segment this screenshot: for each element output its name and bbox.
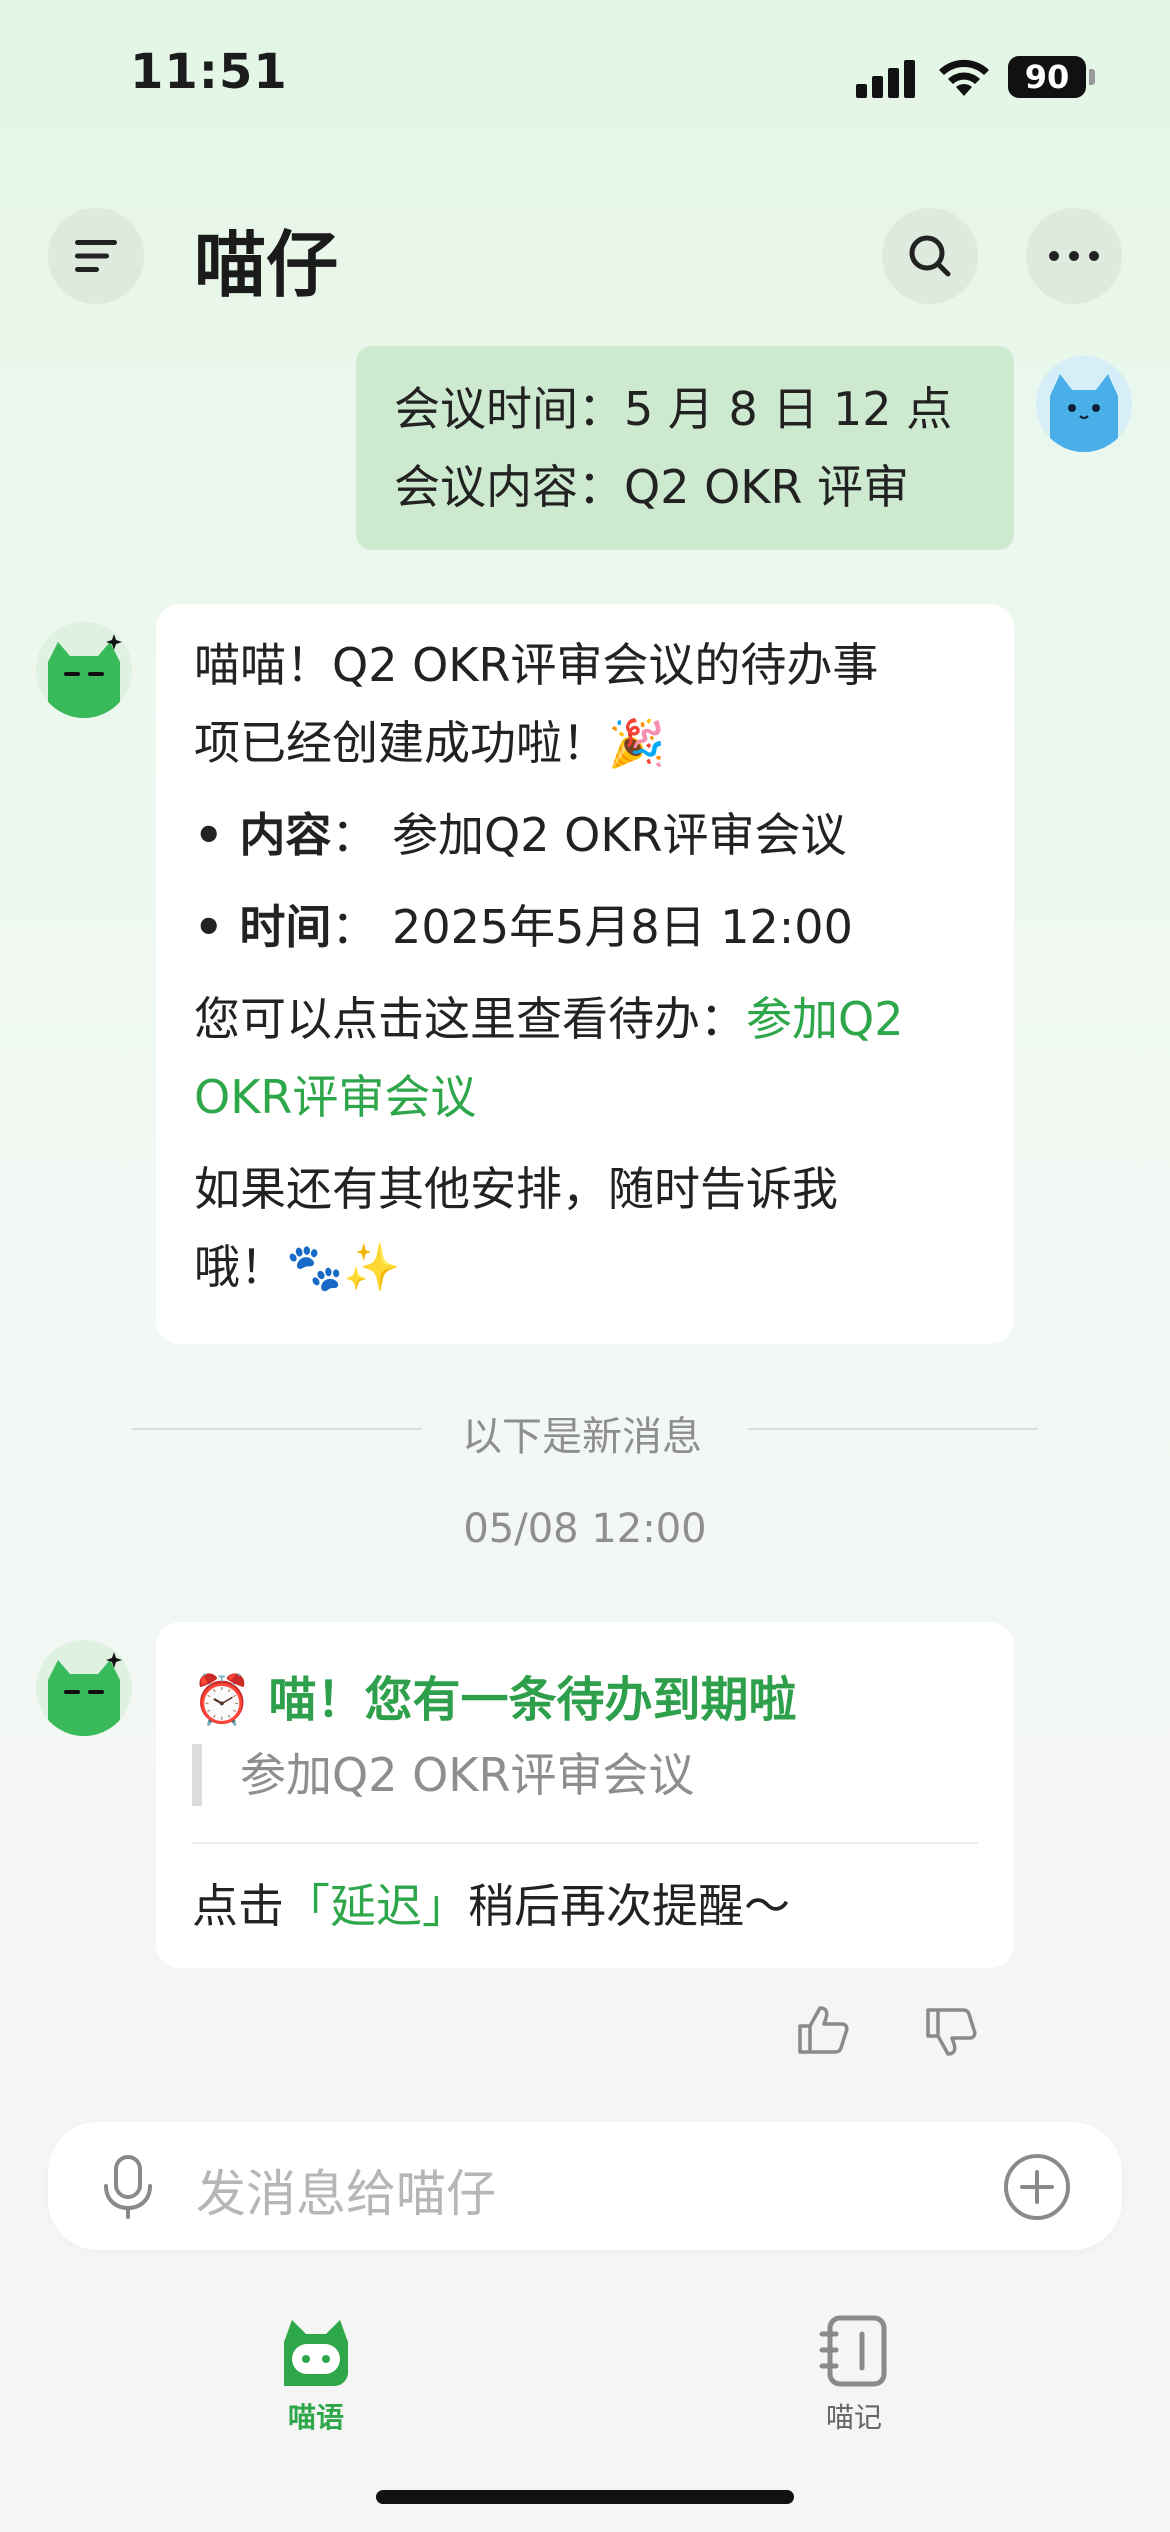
- reminder-card[interactable]: ⏰ 喵！您有一条待办到期啦 参加Q2 OKR评审会议 点击「延迟」稍后再次提醒～: [156, 1622, 1014, 1968]
- tab-label: 喵语: [287, 2401, 344, 2434]
- content-label: 内容: [239, 808, 332, 862]
- bot-message-line: 哦！🐾✨: [194, 1240, 401, 1294]
- microphone-icon[interactable]: [100, 2154, 156, 2220]
- tab-miaoji[interactable]: 喵记: [784, 2312, 924, 2436]
- delay-link[interactable]: 「延迟」: [284, 1879, 468, 1933]
- bot-avatar[interactable]: [36, 1640, 132, 1736]
- bot-message-bubble: 喵喵！Q2 OKR评审会议的待办事 项已经创建成功啦！🎉 • 内容： 参加Q2 …: [156, 604, 1014, 1344]
- time-value: 2025年5月8日 12:00: [392, 900, 853, 954]
- cellular-signal-icon: [856, 60, 915, 98]
- search-button[interactable]: [882, 208, 978, 304]
- more-icon: [1049, 251, 1099, 261]
- bot-message-line: 如果还有其他安排，随时告诉我: [194, 1162, 838, 1216]
- user-avatar[interactable]: [1036, 356, 1132, 452]
- green-cat-icon: [36, 1640, 132, 1736]
- view-todo-link[interactable]: 参加Q2: [746, 992, 903, 1046]
- new-messages-divider: 以下是新消息: [462, 1414, 702, 1460]
- view-todo-row: 您可以点击这里查看待办：参加Q2: [194, 980, 976, 1058]
- more-button[interactable]: [1026, 208, 1122, 304]
- add-icon[interactable]: [1002, 2152, 1072, 2222]
- home-indicator: [376, 2490, 794, 2504]
- battery-indicator: 90: [1008, 56, 1086, 98]
- battery-cap: [1089, 69, 1095, 85]
- search-icon: [909, 235, 951, 277]
- message-input[interactable]: 发消息给喵仔: [196, 2154, 496, 2226]
- tab-label: 喵记: [825, 2401, 882, 2434]
- content-value: 参加Q2 OKR评审会议: [392, 808, 847, 862]
- divider-line-left: [132, 1428, 422, 1430]
- user-message-line: 会议内容：Q2 OKR 评审: [394, 460, 910, 514]
- tab-miaoyu[interactable]: 喵语: [246, 2312, 386, 2436]
- hint-suffix: 稍后再次提醒～: [468, 1879, 790, 1933]
- chat-cat-icon: [284, 2320, 348, 2386]
- menu-icon: [75, 240, 117, 272]
- status-time: 11:51: [130, 44, 288, 100]
- view-todo-prefix: 您可以点击这里查看待办：: [194, 992, 746, 1046]
- notebook-icon: [819, 2315, 887, 2387]
- bot-avatar[interactable]: [36, 622, 132, 718]
- message-timestamp: 05/08 12:00: [463, 1506, 707, 1552]
- page-title: 喵仔: [194, 223, 339, 307]
- todo-content-row: • 内容： 参加Q2 OKR评审会议: [194, 808, 847, 862]
- reminder-title-row: ⏰ 喵！您有一条待办到期啦: [192, 1660, 797, 1730]
- hint-prefix: 点击: [192, 1879, 284, 1933]
- blue-cat-icon: [1036, 356, 1132, 452]
- divider-line-right: [748, 1428, 1038, 1430]
- reminder-hint: 点击「延迟」稍后再次提醒～: [192, 1874, 790, 1938]
- wifi-icon: [939, 59, 989, 96]
- thumbs-up-icon[interactable]: [796, 2004, 850, 2056]
- reminder-todo-quote: 参加Q2 OKR评审会议: [192, 1744, 694, 1806]
- message-input-bar[interactable]: 发消息给喵仔: [48, 2122, 1122, 2250]
- bot-message-line: 项已经创建成功啦！🎉: [194, 716, 666, 770]
- green-cat-icon: [36, 622, 132, 718]
- menu-button[interactable]: [48, 208, 144, 304]
- reminder-separator: [192, 1842, 978, 1844]
- alarm-clock-icon: ⏰: [192, 1672, 252, 1728]
- bot-message-line: 喵喵！Q2 OKR评审会议的待办事: [194, 638, 879, 692]
- user-message-line: 会议时间：5 月 8 日 12 点: [394, 382, 953, 436]
- user-message-bubble: 会议时间：5 月 8 日 12 点 会议内容：Q2 OKR 评审: [356, 346, 1014, 550]
- reminder-title: 喵！您有一条待办到期啦: [268, 1672, 797, 1728]
- time-label: 时间: [239, 900, 332, 954]
- view-todo-link-continued[interactable]: OKR评审会议: [194, 1058, 976, 1136]
- thumbs-down-icon[interactable]: [924, 2006, 978, 2058]
- todo-time-row: • 时间： 2025年5月8日 12:00: [194, 900, 853, 954]
